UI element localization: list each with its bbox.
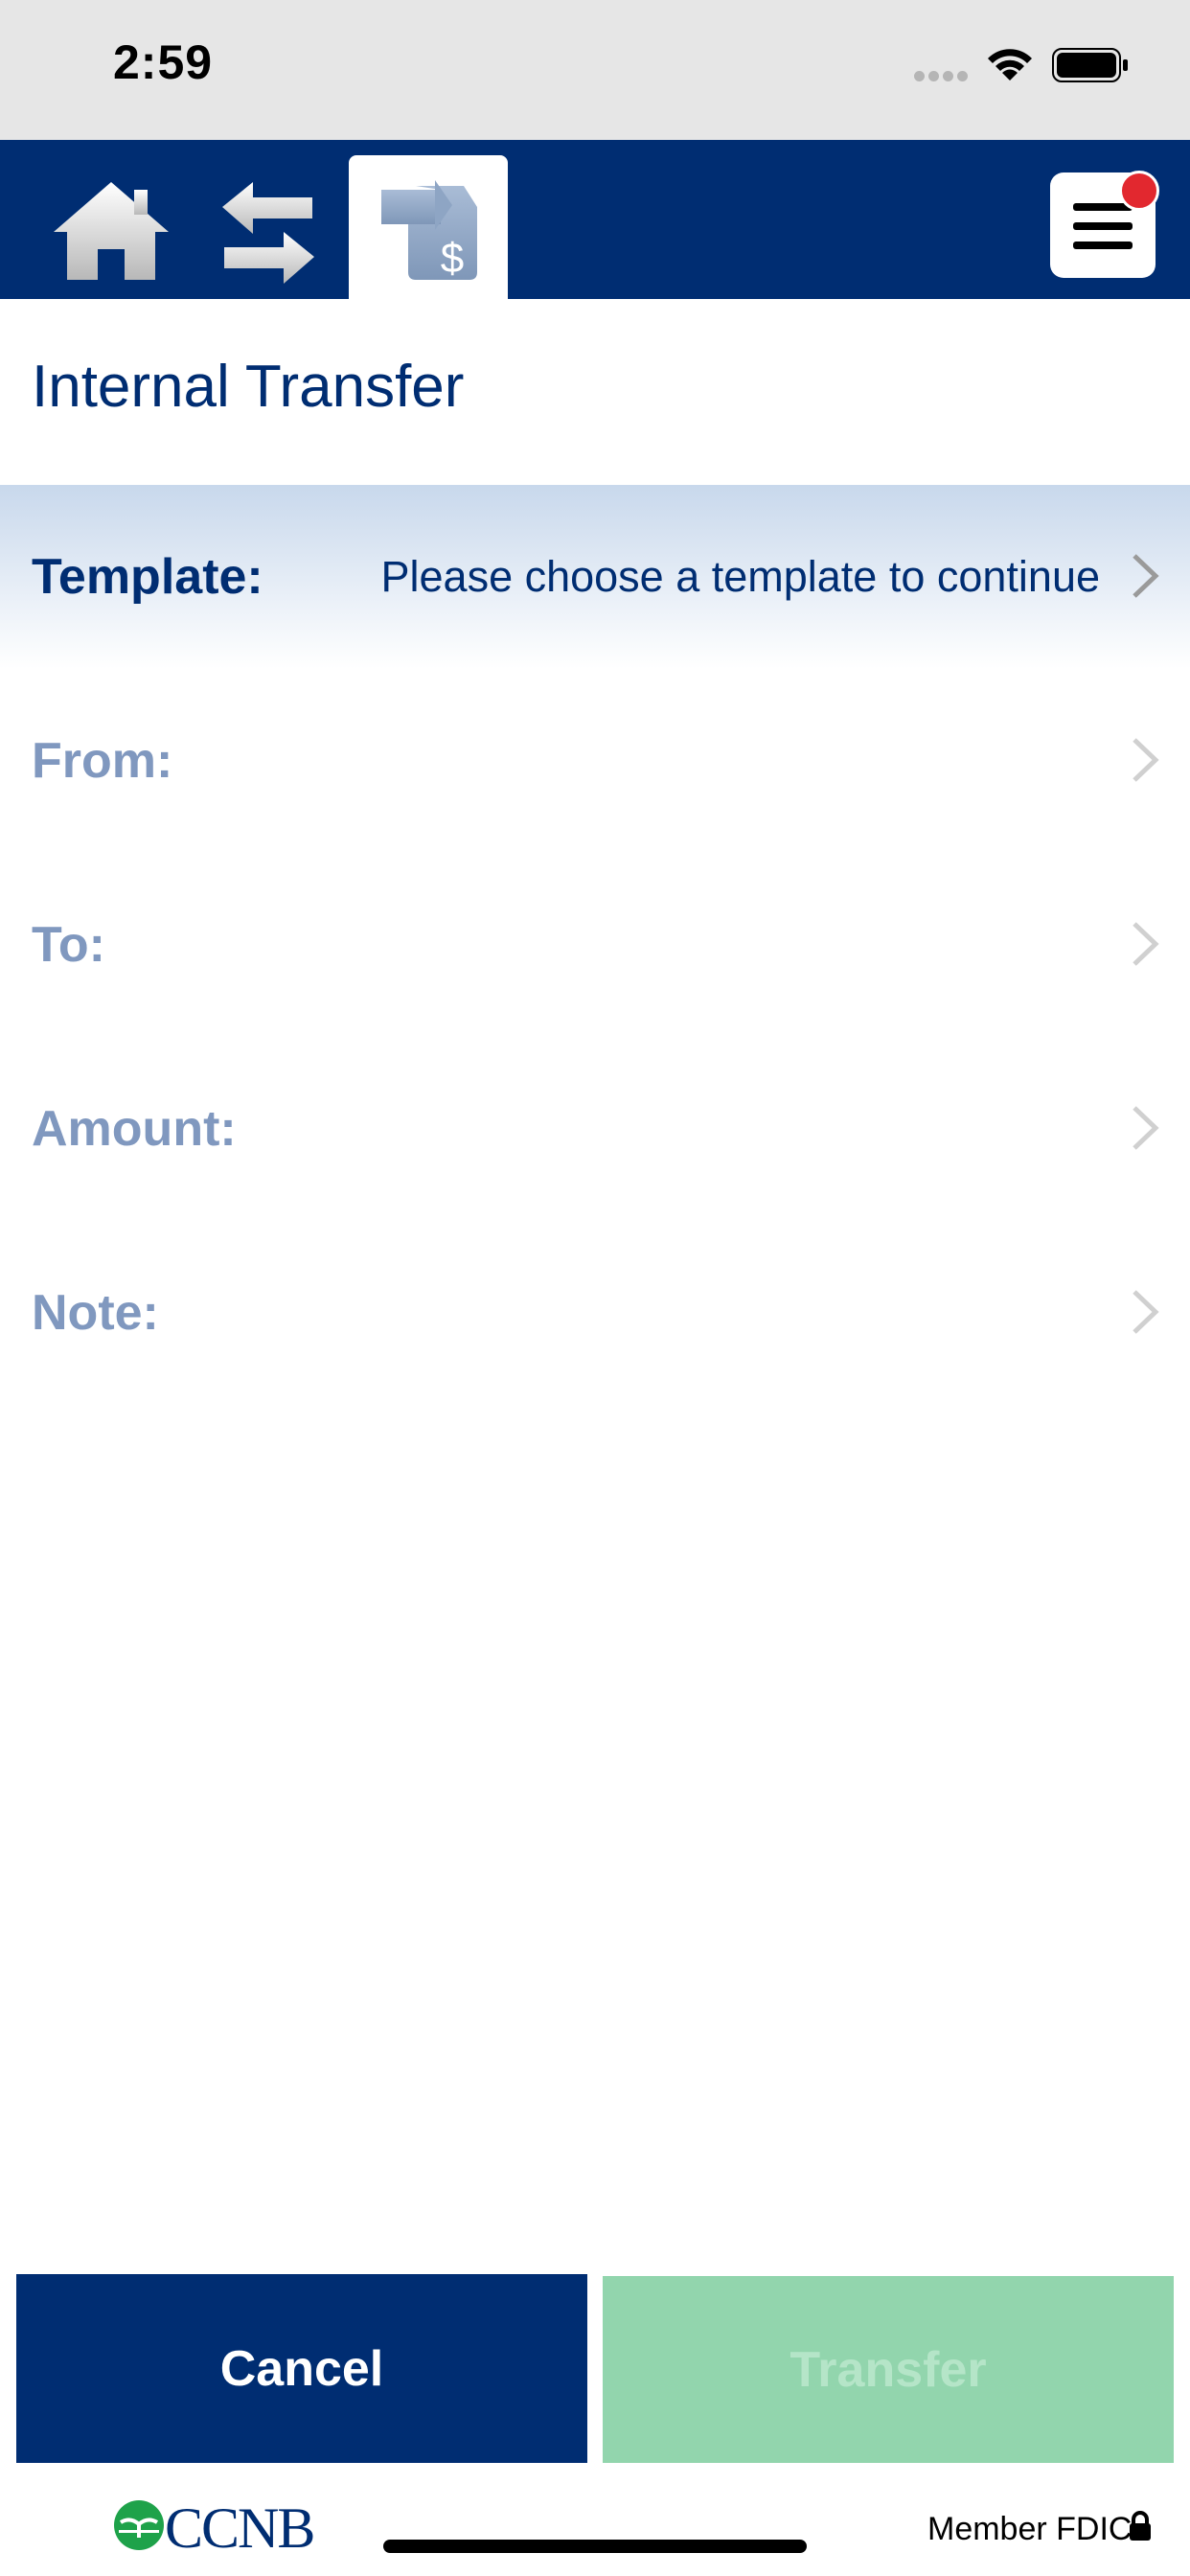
home-icon[interactable] [50, 178, 172, 284]
note-label: Note: [32, 1285, 159, 1341]
template-label: Template: [32, 549, 263, 605]
to-label: To: [32, 917, 105, 973]
tab-internal-transfer[interactable]: $ [349, 155, 508, 299]
transfer-arrows-icon[interactable] [218, 178, 318, 286]
battery-icon [1052, 48, 1128, 82]
chevron-right-icon [1133, 738, 1159, 782]
chevron-right-icon [1133, 1106, 1159, 1150]
cellular-signal-icon [914, 69, 972, 86]
chevron-right-icon [1133, 1290, 1159, 1334]
ccnb-logo-text: CCNB [165, 2496, 315, 2560]
ccnb-logo-icon [114, 2500, 164, 2550]
transfer-dollar-icon: $ [381, 180, 477, 282]
nav-bar: $ [0, 140, 1190, 299]
status-time: 2:59 [113, 35, 214, 89]
from-row[interactable]: From: [0, 669, 1190, 853]
status-bar: 2:59 [0, 0, 1190, 140]
hamburger-menu-icon [1073, 203, 1133, 249]
note-row[interactable]: Note: [0, 1221, 1190, 1405]
notification-badge [1119, 171, 1159, 211]
svg-text:$: $ [441, 235, 464, 282]
wifi-icon [988, 49, 1032, 80]
page-title: Internal Transfer [32, 354, 465, 420]
chevron-right-icon [1133, 554, 1159, 598]
home-indicator [383, 2540, 807, 2553]
from-label: From: [32, 733, 173, 789]
lock-icon [1130, 2511, 1151, 2541]
amount-label: Amount: [32, 1101, 237, 1157]
template-row[interactable]: Template: Please choose a template to co… [0, 485, 1190, 669]
chevron-right-icon [1133, 922, 1159, 966]
to-row[interactable]: To: [0, 853, 1190, 1037]
amount-row[interactable]: Amount: [0, 1037, 1190, 1221]
template-value: Please choose a template to continue [380, 552, 1101, 601]
member-fdic-text: Member FDIC [927, 2511, 1133, 2547]
cancel-button[interactable]: Cancel [16, 2274, 587, 2463]
transfer-button[interactable]: Transfer [603, 2276, 1174, 2463]
